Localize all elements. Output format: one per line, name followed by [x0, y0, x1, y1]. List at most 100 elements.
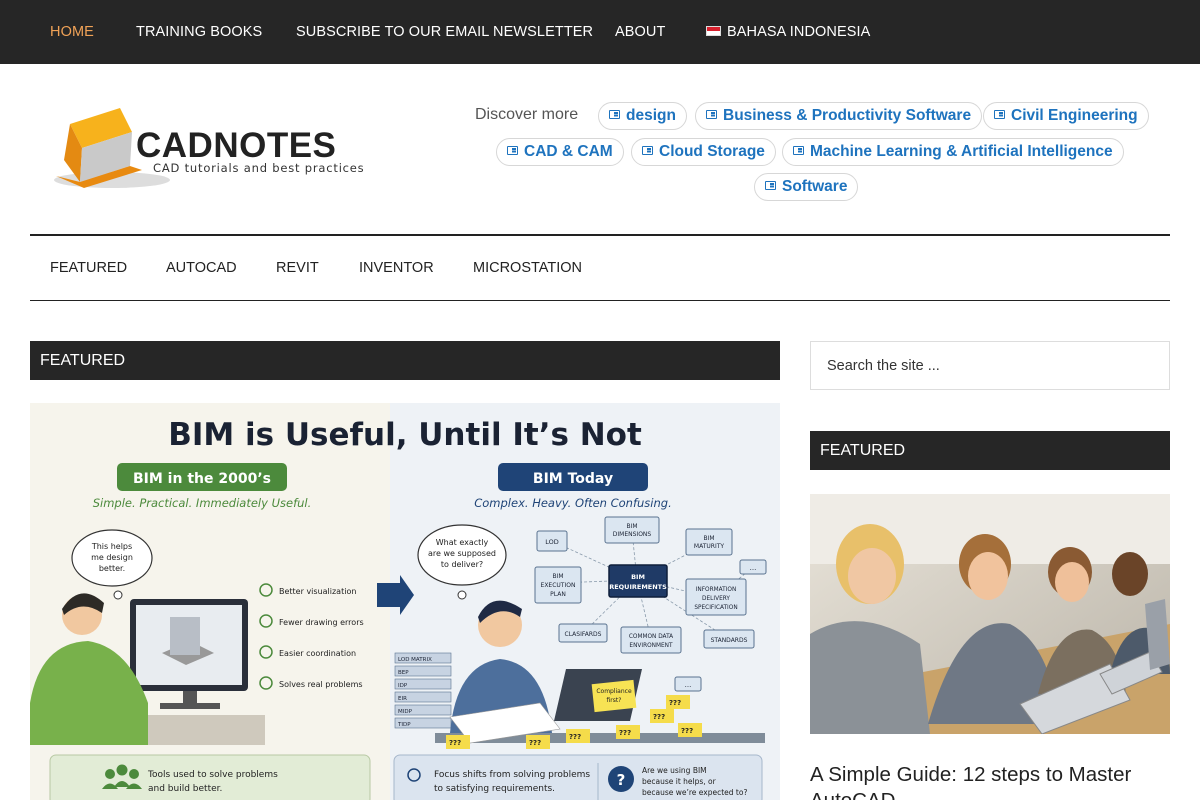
- tag-label: Machine Learning & Artificial Intelligen…: [810, 143, 1113, 160]
- bim-infographic: BIM is Useful, Until It’s Not BIM in the…: [30, 403, 780, 800]
- logo-cube-icon: CADNOTES CAD tutorials and best practice…: [54, 108, 364, 188]
- tag-icon: [642, 146, 653, 155]
- node-label: PLAN: [550, 591, 566, 598]
- sidebar-post-title[interactable]: A Simple Guide: 12 steps to Master AutoC…: [810, 762, 1170, 800]
- node-label: LOD: [545, 538, 559, 546]
- nav-subscribe[interactable]: SUBSCRIBE TO OUR EMAIL NEWSLETTER: [296, 0, 593, 64]
- tag-label: Software: [782, 178, 848, 195]
- search-input[interactable]: [810, 341, 1170, 390]
- featured-post-image[interactable]: BIM is Useful, Until It’s Not BIM in the…: [30, 403, 780, 800]
- tag-design[interactable]: design: [598, 102, 687, 130]
- right-bubble-line: What exactly: [436, 538, 489, 547]
- tag-label: Civil Engineering: [1011, 107, 1138, 124]
- category-autocad[interactable]: AUTOCAD: [166, 236, 237, 301]
- nav-training-books[interactable]: TRAINING BOOKS: [136, 0, 262, 64]
- node-label: SPECIFICATION: [694, 605, 737, 611]
- node-label: STANDARDS: [711, 637, 748, 644]
- checklist-item: Better visualization: [279, 587, 356, 596]
- node-label: INFORMATION: [696, 587, 737, 593]
- bottom-right-line: because it helps, or: [642, 777, 717, 786]
- node-label: COMMON DATA: [629, 634, 673, 640]
- question-note: ???: [569, 733, 581, 741]
- node-label: BIM: [552, 573, 563, 580]
- sidebar-featured-title: FEATURED: [810, 431, 1170, 470]
- tag-icon: [609, 110, 620, 119]
- bottom-right-line: because we’re expected to?: [642, 788, 747, 797]
- node-label: ...: [685, 681, 692, 689]
- node-label: ENVIRONMENT: [629, 643, 673, 649]
- tag-label: CAD & CAM: [524, 143, 613, 160]
- right-bubble-line: are we supposed: [428, 549, 496, 558]
- node-label: BIM: [631, 573, 645, 581]
- tag-icon: [507, 146, 518, 155]
- infographic-title: BIM is Useful, Until It’s Not: [168, 417, 642, 453]
- binder-label: MIDP: [398, 709, 413, 715]
- category-featured[interactable]: FEATURED: [50, 236, 127, 301]
- node-label: REQUIREMENTS: [609, 583, 667, 591]
- question-note: ???: [653, 713, 665, 721]
- nav-about[interactable]: ABOUT: [615, 0, 665, 64]
- site-logo[interactable]: CADNOTES CAD tutorials and best practice…: [50, 104, 390, 194]
- node-label: CLASIFARDS: [565, 631, 602, 638]
- bottom-mid-line: to satisfying requirements.: [434, 784, 555, 794]
- binder-label: TIDP: [397, 722, 411, 728]
- tag-cloud-storage[interactable]: Cloud Storage: [631, 138, 776, 166]
- discover-label: Discover more: [475, 106, 579, 123]
- tag-software[interactable]: Software: [754, 173, 859, 201]
- left-subtitle: Simple. Practical. Immediately Useful.: [93, 496, 312, 510]
- node-label: DELIVERY: [702, 596, 730, 602]
- left-bubble-line: better.: [99, 564, 125, 573]
- node-label: BIM: [703, 535, 714, 542]
- question-note: ???: [449, 739, 461, 747]
- tag-icon: [793, 146, 804, 155]
- top-nav: HOME TRAINING BOOKS SUBSCRIBE TO OUR EMA…: [0, 0, 1200, 64]
- logo-text: CADNOTES: [136, 126, 336, 165]
- node-label: BIM: [626, 523, 637, 530]
- sidebar-post-image[interactable]: [810, 494, 1170, 734]
- tag-civil-engineering[interactable]: Civil Engineering: [983, 102, 1149, 130]
- tag-cad-cam[interactable]: CAD & CAM: [496, 138, 624, 166]
- right-badge: BIM Today: [533, 471, 613, 487]
- nav-bahasa-indonesia[interactable]: BAHASA INDONESIA: [706, 0, 870, 64]
- binder-label: IDP: [398, 683, 408, 689]
- category-revit[interactable]: REVIT: [276, 236, 319, 301]
- tag-icon: [706, 110, 717, 119]
- binder-label: EIR: [398, 696, 407, 702]
- left-bubble-line: me design: [91, 553, 133, 562]
- checklist-item: Easier coordination: [279, 649, 356, 658]
- bottom-left-line: Tools used to solve problems: [147, 770, 278, 780]
- bottom-left-line: and build better.: [148, 784, 222, 794]
- bottom-mid-line: Focus shifts from solving problems: [434, 770, 590, 780]
- question-note: ???: [529, 739, 541, 747]
- bottom-right-line: Are we using BIM: [642, 766, 707, 775]
- tag-label: Cloud Storage: [659, 143, 765, 160]
- right-bubble-line: to deliver?: [441, 560, 483, 569]
- logo-tagline: CAD tutorials and best practices: [153, 161, 364, 175]
- tag-label: Business & Productivity Software: [723, 107, 972, 124]
- category-microstation[interactable]: MICROSTATION: [473, 236, 582, 301]
- question-icon: ?: [617, 771, 626, 789]
- left-bubble-line: This helps: [91, 542, 132, 551]
- tag-business-software[interactable]: Business & Productivity Software: [695, 102, 983, 130]
- binder-label: LOD MATRIX: [398, 657, 432, 663]
- sticky-note-line: first?: [607, 697, 622, 704]
- tag-icon: [765, 181, 776, 190]
- nav-home[interactable]: HOME: [50, 0, 94, 64]
- indonesia-flag-icon: [706, 26, 721, 36]
- question-note: ???: [669, 699, 681, 707]
- nav-bahasa-label: BAHASA INDONESIA: [727, 24, 871, 40]
- question-note: ???: [681, 727, 693, 735]
- node-label: MATURITY: [694, 543, 724, 550]
- binder-label: BEP: [398, 670, 409, 676]
- checklist-item: Solves real problems: [279, 680, 363, 689]
- sticky-note-line: Compliance: [596, 688, 632, 695]
- tag-machine-learning[interactable]: Machine Learning & Artificial Intelligen…: [782, 138, 1124, 166]
- students-photo: [810, 494, 1170, 734]
- node-label: DIMENSIONS: [613, 531, 652, 538]
- featured-section-title: FEATURED: [30, 341, 780, 380]
- checklist-item: Fewer drawing errors: [279, 618, 364, 627]
- category-inventor[interactable]: INVENTOR: [359, 236, 434, 301]
- tag-label: design: [626, 107, 676, 124]
- node-label: ...: [750, 564, 757, 572]
- tag-icon: [994, 110, 1005, 119]
